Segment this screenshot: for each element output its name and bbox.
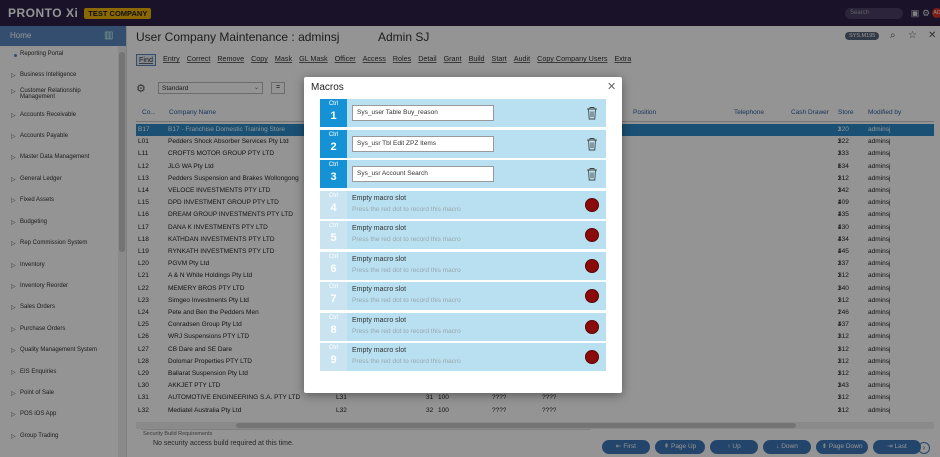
ctrl-key-badge: Ctrl 5 [320, 221, 347, 249]
ctrl-key-badge: Ctrl 9 [320, 343, 347, 371]
slot-hint: Press the red dot to record this macro [352, 358, 461, 365]
close-icon[interactable]: ✕ [607, 80, 616, 93]
slot-hint: Press the red dot to record this macro [352, 236, 461, 243]
macro-name-field[interactable]: Sys_usr Tbl Edit ZPZ Items [352, 135, 494, 152]
ctrl-key-badge: Ctrl 7 [320, 282, 347, 310]
macro-slot-empty: Ctrl 4 Empty macro slot Press the red dot t… [320, 190, 606, 219]
macro-name-field[interactable]: Sys_user Table Buy_reason [352, 105, 494, 121]
record-dot-button[interactable] [585, 319, 599, 334]
ctrl-number: 9 [330, 354, 337, 366]
ctrl-number: 1 [330, 110, 337, 122]
ctrl-label: Ctrl [328, 253, 339, 260]
ctrl-number: 7 [330, 293, 337, 305]
ctrl-number: 2 [330, 140, 337, 153]
ctrl-number: 8 [330, 323, 337, 336]
ctrl-key-badge: Ctrl 6 [320, 251, 347, 280]
slot-title: Empty macro slot [352, 347, 407, 354]
macro-slot[interactable]: Ctrl 1 Sys_user Table Buy_reason [320, 99, 606, 127]
ctrl-key-badge: Ctrl 1 [320, 99, 347, 127]
slot-hint: Press the red dot to record this macro [352, 205, 461, 213]
record-dot-button[interactable] [585, 350, 599, 364]
trash-icon[interactable] [586, 137, 598, 151]
ctrl-key-badge: Ctrl 2 [320, 129, 347, 158]
ctrl-label: Ctrl [328, 162, 339, 168]
slot-title: Empty macro slot [352, 194, 407, 202]
macros-title: Macros [311, 82, 344, 93]
macro-slot-empty: Ctrl 6 Empty macro slot Press the red dot t… [320, 251, 606, 280]
ctrl-label: Ctrl [328, 101, 339, 107]
slot-hint: Press the red dot to record this macro [352, 266, 461, 274]
record-dot-button[interactable] [585, 258, 599, 273]
trash-icon[interactable] [586, 106, 598, 120]
macro-name-field[interactable]: Sys_usr Account Search [352, 166, 494, 182]
ctrl-key-badge: Ctrl 4 [320, 190, 347, 219]
ctrl-key-badge: Ctrl 3 [320, 160, 347, 188]
slot-title: Empty macro slot [352, 255, 407, 263]
ctrl-number: 3 [330, 171, 337, 183]
macro-slot[interactable]: Ctrl 2 Sys_usr Tbl Edit ZPZ Items [320, 129, 606, 158]
record-dot-button[interactable] [585, 228, 599, 242]
macro-slot-empty: Ctrl 8 Empty macro slot Press the red dot t… [320, 312, 606, 341]
slot-title: Empty macro slot [352, 225, 407, 232]
record-dot-button[interactable] [585, 197, 599, 212]
slot-hint: Press the red dot to record this macro [352, 297, 461, 304]
ctrl-label: Ctrl [328, 131, 339, 138]
macro-slot-empty: Ctrl 9 Empty macro slot Press the red dot t… [320, 343, 606, 371]
ctrl-number: 5 [330, 232, 337, 244]
macros-dialog: Macros ✕ Ctrl 1 Sys_user Table Buy_reason C… [304, 77, 622, 393]
macro-slot-empty: Ctrl 5 Empty macro slot Press the red dot t… [320, 221, 606, 249]
ctrl-key-badge: Ctrl 8 [320, 312, 347, 341]
record-dot-button[interactable] [585, 289, 599, 303]
slot-title: Empty macro slot [352, 316, 407, 324]
slot-hint: Press the red dot to record this macro [352, 327, 461, 335]
ctrl-number: 4 [330, 201, 337, 214]
ctrl-label: Ctrl [328, 314, 339, 321]
ctrl-label: Ctrl [328, 223, 339, 229]
ctrl-label: Ctrl [328, 345, 339, 351]
slot-title: Empty macro slot [352, 286, 407, 293]
trash-icon[interactable] [586, 167, 598, 181]
ctrl-label: Ctrl [328, 192, 339, 199]
ctrl-label: Ctrl [328, 284, 339, 290]
ctrl-number: 6 [330, 262, 337, 275]
macro-slot-empty: Ctrl 7 Empty macro slot Press the red dot t… [320, 282, 606, 310]
macro-slot[interactable]: Ctrl 3 Sys_usr Account Search [320, 160, 606, 188]
